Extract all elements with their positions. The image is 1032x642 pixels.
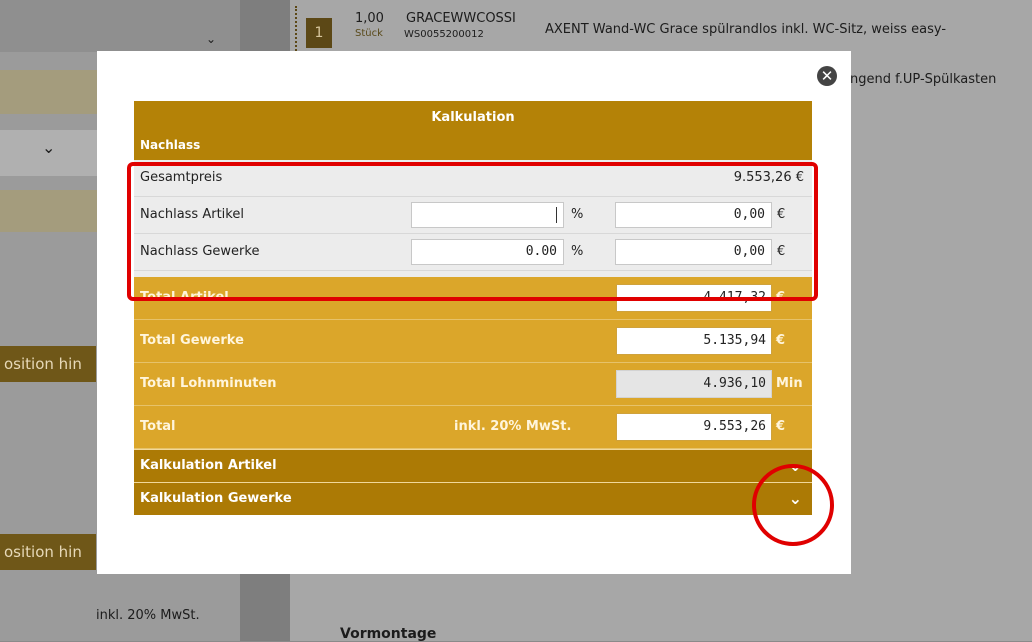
chevron-down-icon[interactable]: ⌄ <box>789 450 802 482</box>
bg-item-unit: Stück <box>355 28 383 39</box>
discount-trades-percent-unit: % <box>571 244 584 259</box>
close-icon[interactable]: ✕ <box>817 66 837 86</box>
total-labor-minutes-unit: Min <box>776 376 803 391</box>
bg-position-button-1: osition hin <box>0 346 96 382</box>
bg-vat-label: inkl. 20% MwSt. <box>96 608 200 623</box>
discount-trades-percent-input[interactable]: 0.00 <box>411 239 564 265</box>
section-calc-articles[interactable]: Kalkulation Artikel ⌄ <box>134 449 812 482</box>
bg-item-desc: AXENT Wand-WC Grace spülrandlos inkl. WC… <box>545 22 947 37</box>
total-labor-minutes-row: Total Lohnminuten 4.936,10 Min <box>134 363 812 406</box>
total-price-label: Gesamtpreis <box>140 170 223 185</box>
discount-articles-amount-unit: € <box>777 207 786 222</box>
text-cursor <box>556 206 557 223</box>
section-calc-trades[interactable]: Kalkulation Gewerke ⌄ <box>134 482 812 515</box>
total-labor-minutes-label: Total Lohnminuten <box>140 376 277 391</box>
discount-articles-row: Nachlass Artikel % 0,00 € <box>134 197 812 234</box>
grand-total-vat-note: inkl. 20% MwSt. <box>454 419 572 434</box>
total-trades-label: Total Gewerke <box>140 333 244 348</box>
bg-item-qty: 1,00 <box>355 11 384 26</box>
discount-articles-label: Nachlass Artikel <box>140 207 244 222</box>
bg-select-chevron-icon: ⌄ <box>42 138 56 157</box>
bg-section-label: Vormontage <box>340 626 437 642</box>
total-trades-row: Total Gewerke 5.135,94 € <box>134 320 812 363</box>
bg-item2-desc: ngend f.UP-Spülkasten <box>850 72 997 87</box>
discount-subtitle: Nachlass <box>134 135 812 160</box>
total-articles-label: Total Artikel <box>140 290 229 305</box>
section-calc-articles-label: Kalkulation Artikel <box>140 458 277 473</box>
grand-total-unit: € <box>776 419 786 434</box>
grand-total-row: Total inkl. 20% MwSt. 9.553,26 € <box>134 406 812 449</box>
bg-item-code: GRACEWWCOSSI <box>406 11 516 26</box>
total-articles-row: Total Artikel 4.417,32 € <box>134 277 812 320</box>
bg-item-subcode: WS0055200012 <box>404 29 484 40</box>
total-trades-unit: € <box>776 333 786 348</box>
total-price-value: 9.553,26 € <box>733 170 804 185</box>
total-labor-minutes-value: 4.936,10 <box>616 370 772 398</box>
total-price-row: Gesamtpreis 9.553,26 € <box>134 160 812 197</box>
bg-position-button-2: osition hin <box>0 534 96 570</box>
discount-trades-row: Nachlass Gewerke 0.00 % 0,00 € <box>134 234 812 271</box>
total-articles-unit: € <box>776 290 786 305</box>
discount-articles-amount-input[interactable]: 0,00 <box>615 202 772 228</box>
discount-trades-amount-input[interactable]: 0,00 <box>615 239 772 265</box>
grand-total-label: Total <box>140 419 176 434</box>
total-articles-value[interactable]: 4.417,32 <box>616 284 772 312</box>
calculation-title: Kalkulation <box>134 101 812 135</box>
chevron-down-icon[interactable]: ⌄ <box>789 483 802 515</box>
bg-item-badge: 1 <box>306 18 332 48</box>
discount-trades-amount-unit: € <box>777 244 786 259</box>
grand-total-value[interactable]: 9.553,26 <box>616 413 772 441</box>
discount-articles-percent-unit: % <box>571 207 584 222</box>
discount-articles-percent-input[interactable] <box>411 202 564 228</box>
discount-trades-label: Nachlass Gewerke <box>140 244 260 259</box>
calculation-panel: Kalkulation Nachlass Gesamtpreis 9.553,2… <box>134 101 812 515</box>
section-calc-trades-label: Kalkulation Gewerke <box>140 491 292 506</box>
bg-dropdown-chevron-icon: ⌄ <box>206 32 217 46</box>
total-trades-value[interactable]: 5.135,94 <box>616 327 772 355</box>
